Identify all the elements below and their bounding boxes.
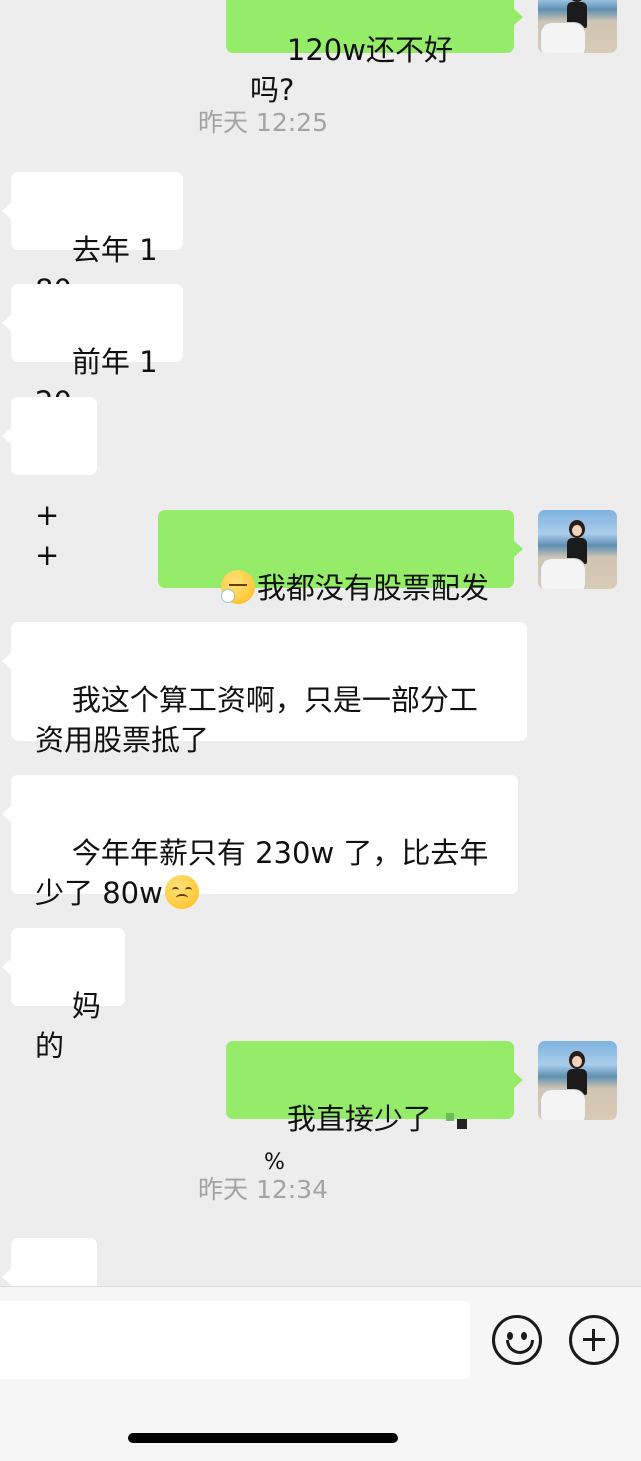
message-bubble[interactable]: 我这个算工资啊，只是一部分工资用股票抵了 xyxy=(2,622,527,757)
avatar[interactable] xyxy=(538,0,617,53)
message-text: 我都没有股票配发 xyxy=(256,571,489,605)
smiley-face-icon[interactable] xyxy=(492,1315,542,1365)
garbled-glyph xyxy=(456,1119,467,1129)
sleepy-face-icon xyxy=(220,570,255,604)
timestamp: 昨天 12:34 xyxy=(198,1175,328,1204)
message-bubble[interactable]: 前年 120 xyxy=(2,284,183,419)
message-bubble[interactable]: 我都没有股票配发 xyxy=(158,510,523,605)
message-text: 今年年薪只有 230w 了，比去年少了 80w xyxy=(35,836,489,910)
message-bubble[interactable]: 我直接少了% xyxy=(226,1041,523,1175)
message-bubble[interactable]: 120w还不好吗? xyxy=(226,0,523,107)
message-text: 120w还不好吗? xyxy=(250,33,453,107)
message-bubble[interactable]: ++ xyxy=(2,397,97,572)
timestamp: 昨天 12:25 xyxy=(198,108,328,137)
plus-circle-icon[interactable] xyxy=(569,1315,619,1365)
message-text: ++ xyxy=(35,498,60,572)
home-indicator xyxy=(128,1433,398,1443)
message-input[interactable] xyxy=(0,1301,470,1379)
message-text: 我直接少了 xyxy=(286,1102,432,1136)
avatar[interactable] xyxy=(538,510,617,589)
message-bubble[interactable]: 去年 180 xyxy=(2,172,183,307)
message-bubble[interactable]: 妈的 xyxy=(2,928,125,1063)
pleading-face-icon xyxy=(164,875,199,909)
message-text: 我这个算工资啊，只是一部分工资用股票抵了 xyxy=(35,683,478,757)
message-text: 妈的 xyxy=(35,989,101,1063)
message-bubble[interactable]: 今年年薪只有 230w 了，比去年少了 80w xyxy=(2,775,518,910)
avatar[interactable] xyxy=(538,1041,617,1120)
garbled-glyph xyxy=(445,1113,454,1121)
